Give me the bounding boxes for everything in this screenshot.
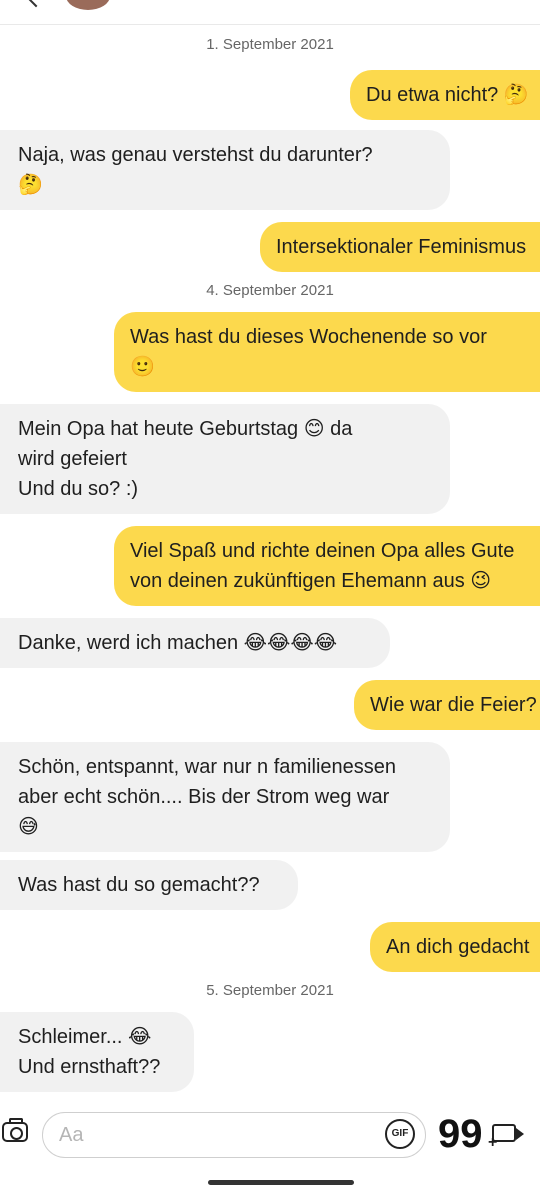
gif-icon[interactable]: GIF [385, 1119, 415, 1149]
message-outgoing[interactable]: Intersektionaler Feminismus [260, 222, 540, 272]
message-text: Schleimer... 😂 [18, 1026, 152, 1048]
message-outgoing[interactable]: Du etwa nicht? 🤔 [350, 70, 540, 120]
message-text: Was hast du so gemacht?? [18, 874, 260, 896]
message-text: 🤔 [18, 174, 43, 196]
message-text: Intersektionaler Feminismus [276, 236, 527, 258]
message-text: von deinen zukünftigen Ehemann aus 😉 [130, 570, 492, 592]
message-outgoing[interactable]: Viel Spaß und richte deinen Opa alles Gu… [114, 526, 540, 606]
plus-icon: + [488, 1134, 498, 1151]
camera-icon[interactable] [2, 1118, 28, 1142]
message-outgoing[interactable]: Was hast du dieses Wochenende so vor 🙂 [114, 312, 540, 392]
message-text: Danke, werd ich machen 😂😂😂😂 [18, 632, 338, 654]
message-input[interactable]: Aa GIF [42, 1112, 426, 1158]
message-composer: Aa GIF 99 + [0, 1100, 540, 1200]
chat-header [0, 0, 540, 25]
message-text: Naja, was genau verstehst du darunter? [18, 144, 373, 166]
message-text: Schön, entspannt, war nur n familienesse… [18, 756, 396, 778]
message-incoming[interactable]: Danke, werd ich machen 😂😂😂😂 [0, 618, 390, 668]
message-text: Was hast du dieses Wochenende so vor [130, 326, 487, 348]
message-incoming[interactable]: Naja, was genau verstehst du darunter? 🤔 [0, 130, 450, 210]
message-text: Und ernsthaft?? [18, 1056, 161, 1078]
message-outgoing[interactable]: An dich gedacht [370, 922, 540, 972]
message-incoming[interactable]: Schön, entspannt, war nur n familienesse… [0, 742, 450, 852]
message-text: Du etwa nicht? 🤔 [366, 84, 529, 106]
message-incoming[interactable]: Mein Opa hat heute Geburtstag 😊 da wird … [0, 404, 450, 514]
message-text: aber echt schön.... Bis der Strom weg wa… [18, 786, 390, 808]
quote-icon[interactable]: 99 [438, 1114, 483, 1154]
message-text: An dich gedacht [386, 936, 530, 958]
message-text: Mein Opa hat heute Geburtstag 😊 da [18, 418, 353, 440]
date-separator: 4. September 2021 [206, 282, 334, 299]
back-icon[interactable] [24, 0, 48, 8]
message-text: Viel Spaß und richte deinen Opa alles Gu… [130, 540, 515, 562]
date-separator: 1. September 2021 [206, 36, 334, 53]
home-indicator[interactable] [208, 1180, 354, 1185]
message-text: Und du so? :) [18, 478, 139, 500]
avatar[interactable] [66, 0, 110, 10]
message-incoming[interactable]: Was hast du so gemacht?? [0, 860, 298, 910]
message-text: wird gefeiert [18, 448, 127, 470]
input-placeholder: Aa [59, 1124, 84, 1146]
message-text: 😅 [18, 816, 39, 838]
message-incoming[interactable]: Schleimer... 😂 Und ernsthaft?? [0, 1012, 194, 1092]
date-separator: 5. September 2021 [206, 982, 334, 999]
message-outgoing[interactable]: Wie war die Feier? [354, 680, 540, 730]
message-text: Wie war die Feier? [370, 694, 537, 716]
message-text: 🙂 [130, 356, 155, 378]
